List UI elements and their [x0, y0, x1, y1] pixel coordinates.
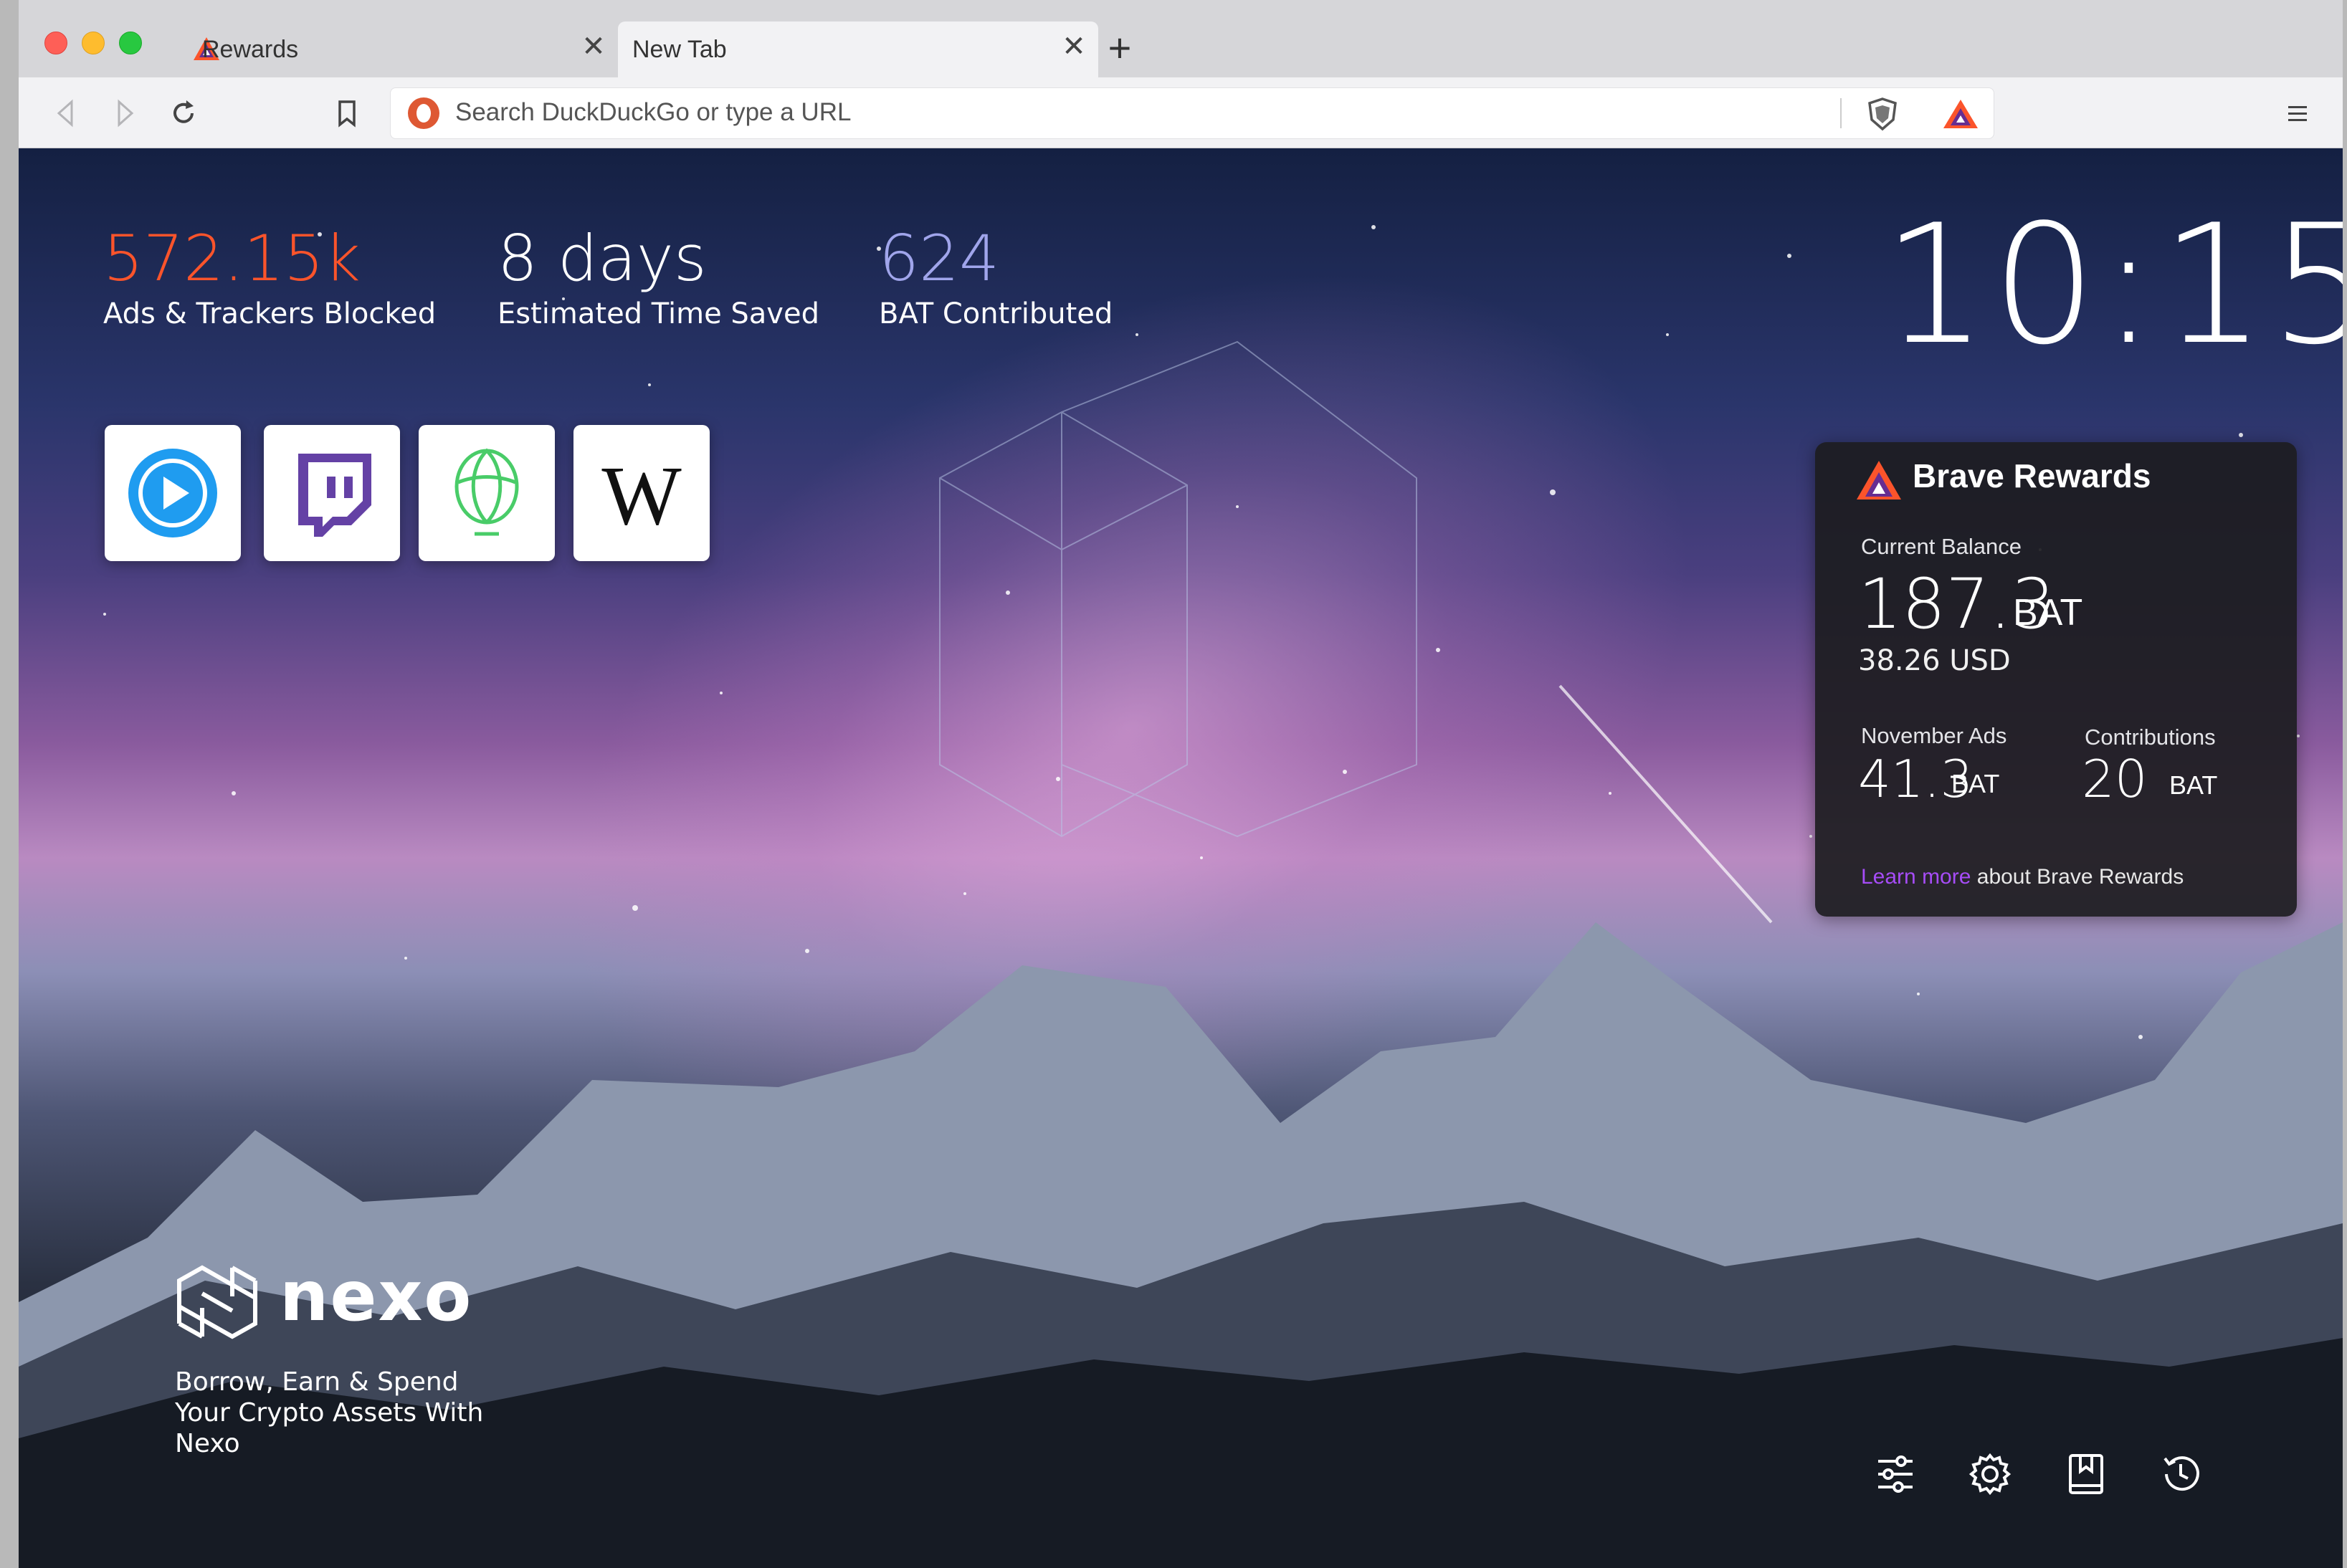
- close-tab-icon[interactable]: ✕: [579, 30, 608, 63]
- svg-text:W: W: [601, 449, 682, 542]
- tab-strip: Rewards ✕ New Tab ✕ +: [19, 0, 2343, 77]
- new-tab-button[interactable]: +: [1098, 26, 1141, 70]
- contributions-label: Contributions: [2085, 725, 2216, 750]
- brave-rewards-widget: Brave Rewards Current Balance 187.3 BAT …: [1815, 442, 2297, 917]
- nexo-wordmark[interactable]: nexo: [280, 1256, 472, 1337]
- contributions-unit: BAT: [2169, 770, 2218, 800]
- rewards-title: Brave Rewards: [1913, 457, 2151, 494]
- learn-more-rest: about Brave Rewards: [1971, 865, 2184, 889]
- stat-label: Estimated Time Saved: [498, 297, 819, 330]
- top-site-tile[interactable]: W: [573, 425, 710, 561]
- top-site-tile[interactable]: [419, 425, 555, 561]
- brave-rewards-logo-icon: [1857, 461, 1901, 499]
- learn-more-link[interactable]: Learn more: [1861, 865, 1971, 889]
- sponsor-tagline: Borrow, Earn & Spend Your Crypto Assets …: [175, 1367, 484, 1458]
- stat-value: 8 days: [498, 221, 707, 295]
- reload-icon[interactable]: [168, 97, 199, 129]
- stat-bat-contributed: 624 BAT Contributed: [879, 221, 1113, 331]
- duckduckgo-icon: [408, 97, 439, 129]
- ads-unit: BAT: [1951, 769, 2000, 798]
- stat-ads-blocked: 572.15k Ads & Trackers Blocked: [103, 221, 437, 331]
- brave-shields-icon[interactable]: [1866, 97, 1899, 131]
- brave-rewards-icon[interactable]: [1942, 98, 1979, 130]
- stat-label: Ads & Trackers Blocked: [103, 297, 437, 330]
- nexo-logo-icon[interactable]: [173, 1265, 261, 1339]
- balance-usd: 38.26 USD: [1858, 644, 2011, 677]
- back-icon[interactable]: [50, 97, 82, 129]
- settings-icon[interactable]: [1967, 1451, 2013, 1497]
- close-window-button[interactable]: [44, 32, 67, 54]
- zoom-window-button[interactable]: [119, 32, 142, 54]
- bookmarks-icon[interactable]: [2063, 1451, 2109, 1497]
- hamburger-menu-icon[interactable]: [2287, 103, 2308, 125]
- uphold-icon: [454, 448, 519, 536]
- play-site-icon: [128, 449, 217, 537]
- tab-label: Rewards: [202, 36, 299, 63]
- forward-icon[interactable]: [109, 97, 141, 129]
- browser-window: Rewards ✕ New Tab ✕ + Search DuckDuckGo …: [19, 0, 2343, 1568]
- url-input[interactable]: Search DuckDuckGo or type a URL: [455, 98, 851, 127]
- top-site-tile[interactable]: [105, 425, 241, 561]
- close-tab-icon[interactable]: ✕: [1060, 30, 1088, 63]
- tab-label: New Tab: [632, 36, 727, 63]
- minimize-window-button[interactable]: [82, 32, 105, 54]
- customize-icon[interactable]: [1872, 1451, 1918, 1497]
- stat-value: 572.15k: [103, 221, 361, 295]
- address-bar[interactable]: Search DuckDuckGo or type a URL: [390, 87, 1994, 139]
- top-site-tile[interactable]: [264, 425, 400, 561]
- toolbar: Search DuckDuckGo or type a URL: [19, 77, 2343, 148]
- stat-label: BAT Contributed: [879, 297, 1113, 330]
- tab-rewards[interactable]: Rewards ✕: [159, 21, 618, 77]
- bookmark-icon[interactable]: [331, 97, 363, 129]
- divider: [1840, 98, 1842, 128]
- stat-value: 624: [879, 221, 999, 295]
- balance-unit: BAT: [2013, 592, 2083, 634]
- wikipedia-icon: W: [601, 449, 682, 542]
- stat-time-saved: 8 days Estimated Time Saved: [498, 221, 819, 331]
- twitch-icon: [298, 454, 371, 537]
- ads-label: November Ads: [1861, 723, 2007, 748]
- tab-new-tab[interactable]: New Tab ✕: [618, 21, 1098, 77]
- balance-label: Current Balance: [1861, 534, 2022, 559]
- contributions-value: 20: [2082, 749, 2148, 809]
- new-tab-page: 572.15k Ads & Trackers Blocked 8 days Es…: [19, 148, 2343, 1568]
- learn-more-text: Learn more about Brave Rewards: [1861, 865, 2184, 889]
- clock: 10:15: [1882, 190, 2343, 381]
- history-icon[interactable]: [2158, 1451, 2204, 1497]
